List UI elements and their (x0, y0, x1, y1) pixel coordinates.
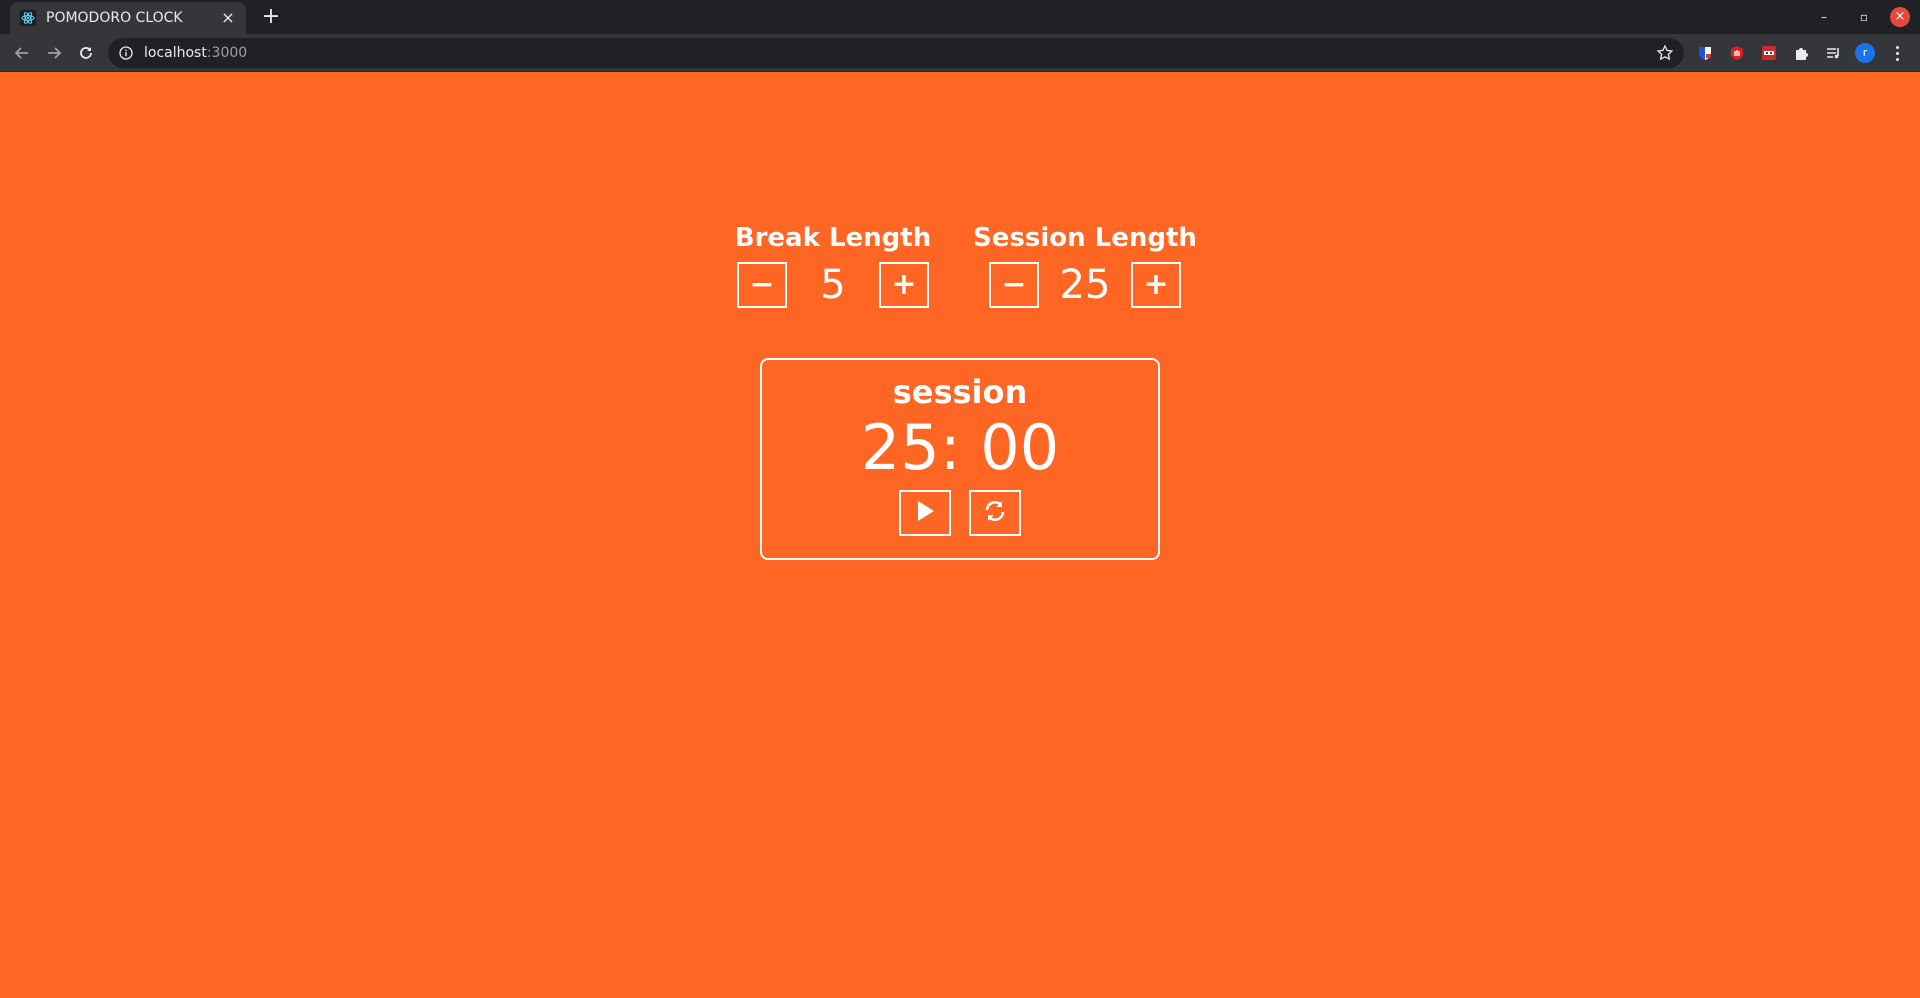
timer-display: 25: 00 (860, 411, 1060, 484)
info-icon[interactable] (118, 45, 134, 61)
refresh-icon (983, 499, 1007, 527)
pomodoro-page: Break Length − 5 + Session Length − 25 +… (0, 72, 1920, 998)
break-length-title: Break Length (734, 223, 932, 253)
media-queue-icon[interactable] (1822, 42, 1844, 64)
window-controls: – ▫ × (1798, 0, 1910, 34)
address-bar[interactable]: localhost:3000 (108, 38, 1684, 68)
puzzle-icon[interactable] (1790, 42, 1812, 64)
break-decrement-button[interactable]: − (737, 262, 787, 308)
back-arrow-icon[interactable] (8, 39, 36, 67)
session-increment-button[interactable]: + (1131, 262, 1181, 308)
url-host: localhost (144, 45, 207, 61)
start-stop-button[interactable] (899, 490, 951, 536)
close-window-button[interactable]: × (1890, 7, 1910, 27)
browser-tab[interactable]: POMODORO CLOCK × (10, 2, 246, 34)
browser-toolbar: localhost:3000 r (0, 34, 1920, 72)
break-length-row: − 5 + (713, 262, 953, 308)
extension-hand-icon[interactable] (1726, 42, 1748, 64)
star-icon[interactable] (1656, 44, 1674, 62)
tab-title: POMODORO CLOCK (46, 10, 183, 26)
extension-ninja-icon[interactable] (1758, 42, 1780, 64)
timer-controls (762, 490, 1158, 536)
timer-panel: session 25: 00 (760, 358, 1160, 560)
restore-button[interactable]: ▫ (1850, 3, 1878, 31)
break-increment-button[interactable]: + (879, 262, 929, 308)
react-icon (20, 10, 36, 26)
session-length-value: 25 (1059, 262, 1111, 308)
extensions-area: r (1694, 40, 1918, 66)
reset-button[interactable] (969, 490, 1021, 536)
avatar: r (1855, 43, 1875, 63)
session-decrement-button[interactable]: − (989, 262, 1039, 308)
browser-tab-bar: POMODORO CLOCK × + – ▫ × (0, 0, 1920, 34)
forward-arrow-icon[interactable] (40, 39, 68, 67)
reload-icon[interactable] (72, 39, 100, 67)
break-length-control: Break Length − 5 + (713, 222, 953, 308)
url-port: :3000 (206, 45, 248, 61)
minimize-button[interactable]: – (1810, 3, 1838, 31)
tab-close-icon[interactable]: × (220, 10, 236, 26)
timer-label: session (892, 373, 1028, 411)
extension-shield-icon[interactable] (1694, 42, 1716, 64)
session-length-control: Session Length − 25 + (965, 222, 1205, 308)
play-icon (915, 500, 935, 526)
new-tab-button[interactable]: + (258, 4, 284, 30)
break-length-value: 5 (820, 262, 846, 308)
profile-avatar[interactable]: r (1854, 42, 1876, 64)
session-length-title: Session Length (973, 223, 1197, 253)
menu-icon[interactable] (1886, 42, 1908, 64)
session-length-row: − 25 + (965, 262, 1205, 308)
